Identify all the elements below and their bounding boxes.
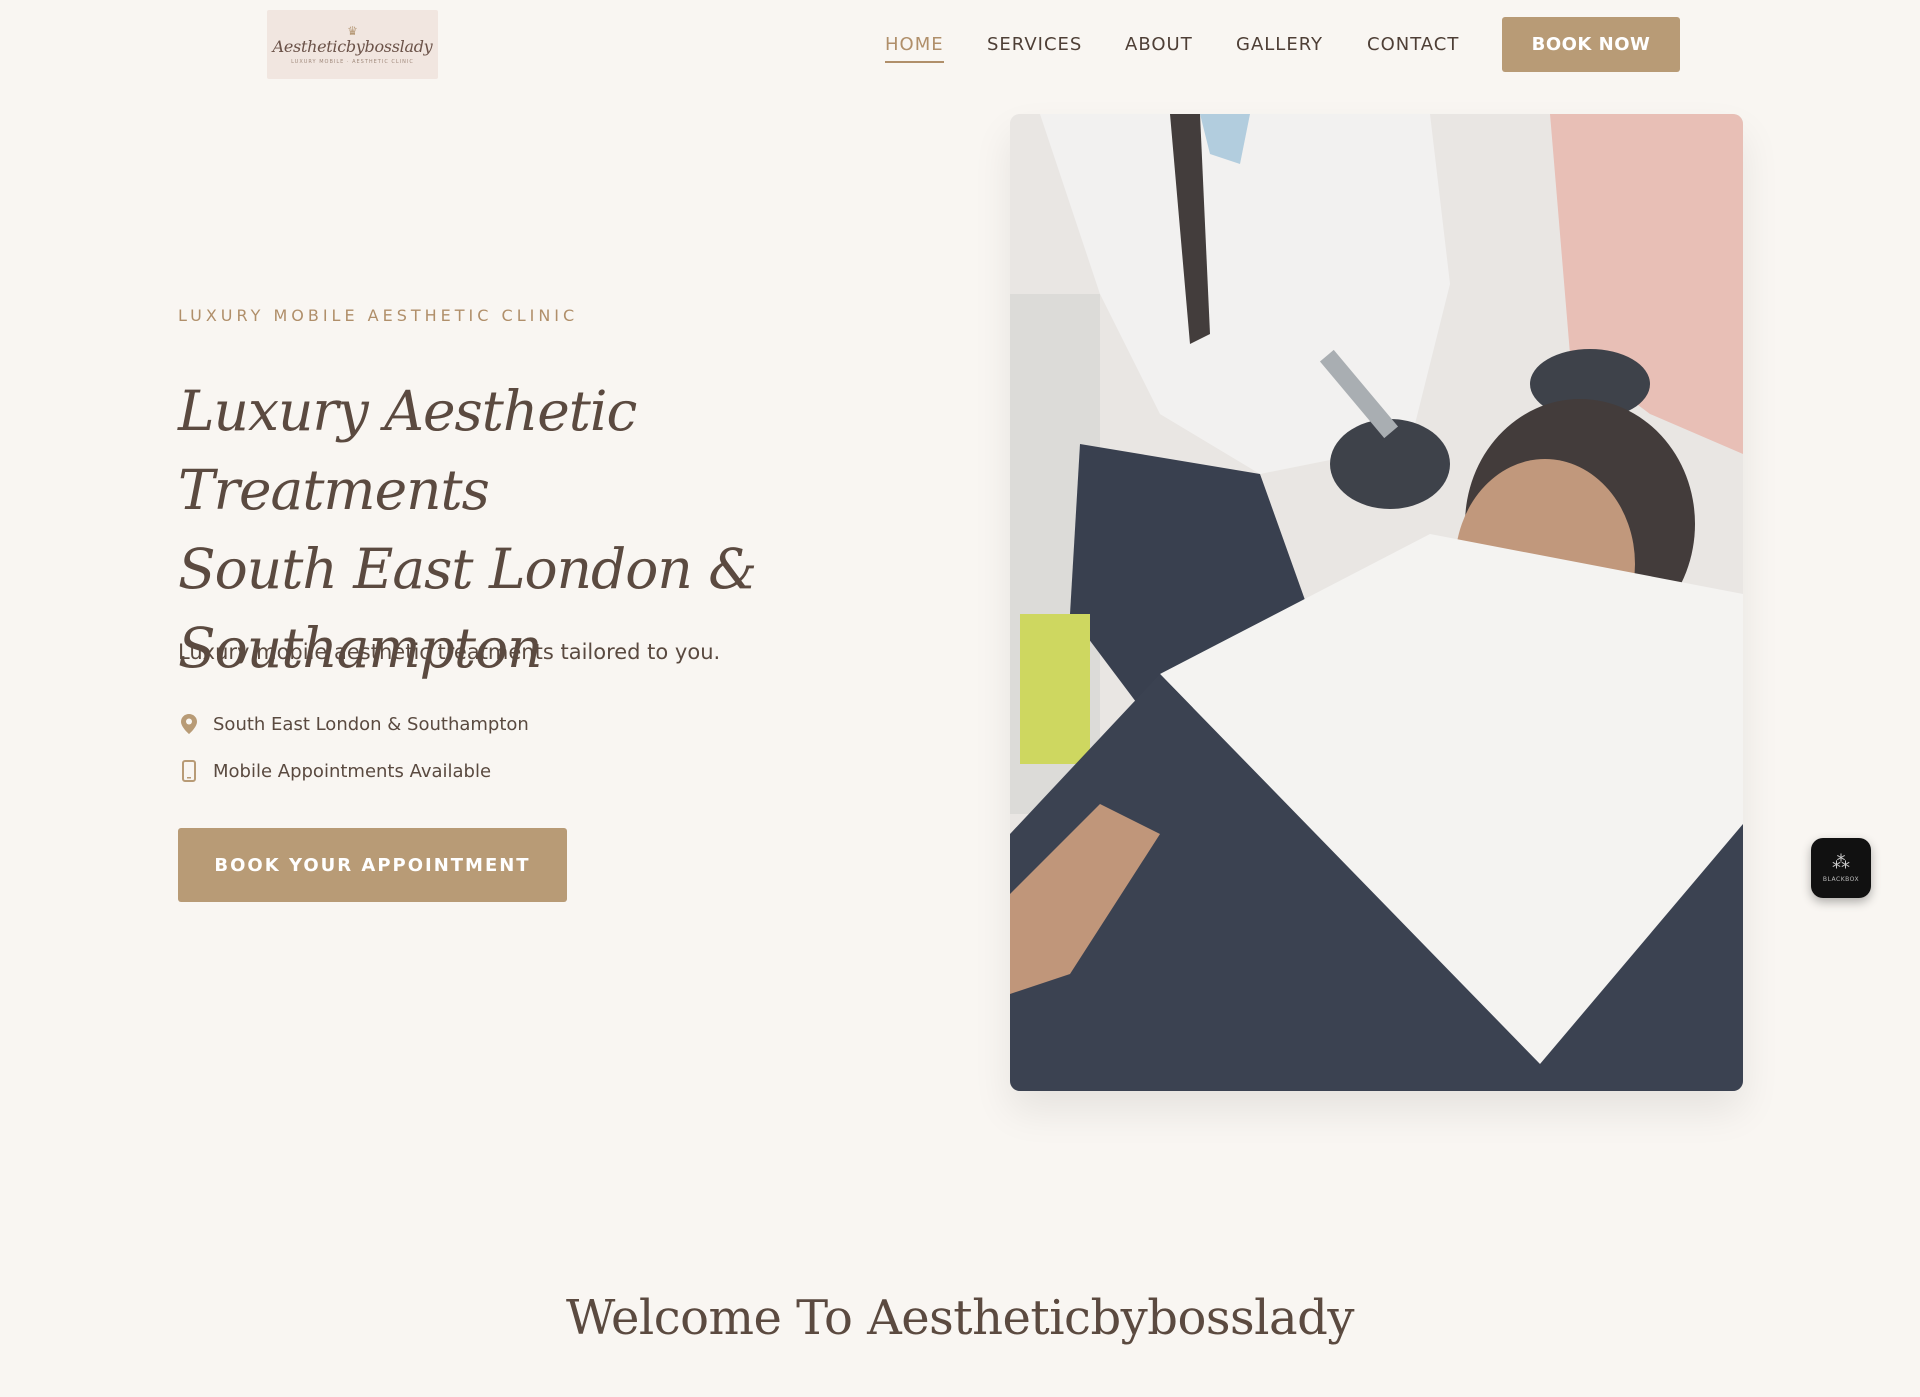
hero-title-line-2: South East London &	[178, 537, 757, 601]
hero-subtitle: Luxury mobile aesthetic treatments tailo…	[178, 640, 721, 664]
blackbox-icon: ⁂	[1832, 851, 1850, 873]
site-header: ♛ Aestheticbybosslady LUXURY MOBILE · AE…	[0, 0, 1920, 92]
book-appointment-button[interactable]: BOOK YOUR APPOINTMENT	[178, 828, 567, 902]
feature-mobile-text: Mobile Appointments Available	[213, 760, 492, 782]
map-pin-icon	[178, 713, 200, 735]
welcome-heading: Welcome To Aestheticbybosslady	[566, 1290, 1354, 1346]
feature-location-text: South East London & Southampton	[213, 713, 529, 735]
mobile-phone-icon	[178, 760, 200, 782]
nav-home[interactable]: HOME	[885, 34, 944, 63]
book-now-button[interactable]: BOOK NOW	[1502, 17, 1680, 72]
feature-mobile: Mobile Appointments Available	[178, 760, 491, 782]
nav-gallery[interactable]: GALLERY	[1236, 34, 1323, 55]
nav-contact[interactable]: CONTACT	[1367, 34, 1459, 55]
nav-about[interactable]: ABOUT	[1125, 34, 1193, 55]
nav-services[interactable]: SERVICES	[987, 34, 1082, 55]
blackbox-label: BLACKBOX	[1822, 875, 1860, 883]
blackbox-widget[interactable]: ⁂ BLACKBOX	[1811, 838, 1871, 898]
feature-location: South East London & Southampton	[178, 713, 529, 735]
hero-eyebrow: LUXURY MOBILE AESTHETIC CLINIC	[178, 306, 579, 325]
hero-treatment-image	[1010, 114, 1743, 1091]
hero-title-line-1: Luxury Aesthetic Treatments	[178, 379, 637, 522]
